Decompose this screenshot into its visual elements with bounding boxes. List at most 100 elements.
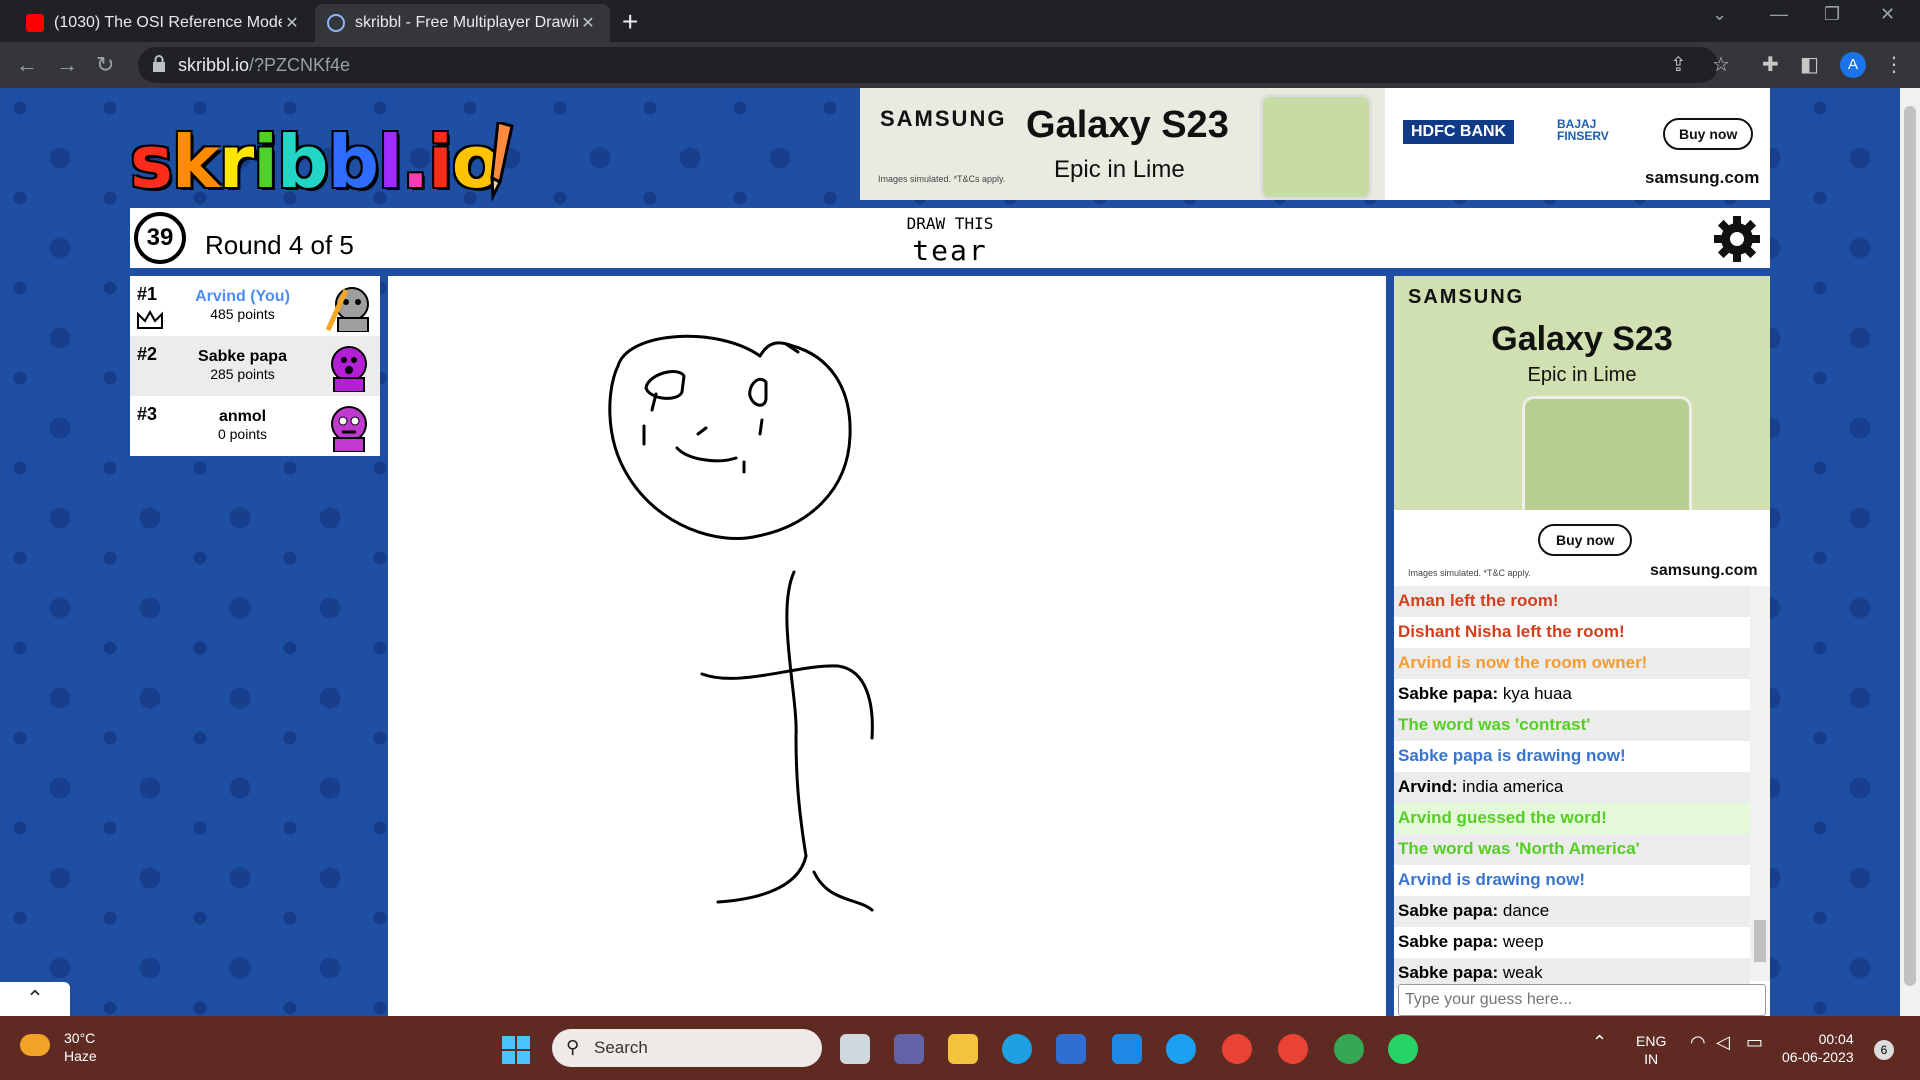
ad-tagline: Epic in Lime bbox=[1054, 156, 1185, 183]
player-row[interactable]: #3 anmol 0 points bbox=[130, 396, 380, 456]
samsung-banner-ad[interactable]: SAMSUNG Galaxy S23 Epic in Lime Images s… bbox=[860, 88, 1770, 200]
player-avatar bbox=[325, 287, 369, 332]
ad-buy-now-button[interactable]: Buy now bbox=[1663, 118, 1754, 150]
settings-gear-icon[interactable] bbox=[1712, 214, 1762, 264]
close-window-icon[interactable]: ✕ bbox=[1880, 4, 1895, 25]
page-scrollbar-thumb[interactable] bbox=[1904, 106, 1916, 986]
new-tab-button[interactable]: + bbox=[622, 6, 638, 38]
page-scrollbar[interactable] bbox=[1900, 88, 1920, 1016]
chat-message: Sabke papa: dance bbox=[1394, 896, 1750, 927]
browser-toolbar: ← → ↻ skribbl.io/?PZCNKf4e ⇪ ☆ ✚ ◧ ⋮ bbox=[0, 42, 1920, 88]
chat-message: Arvind is now the room owner! bbox=[1394, 648, 1750, 679]
menu-kebab-icon[interactable]: ⋮ bbox=[1884, 52, 1904, 77]
region-code: IN bbox=[1644, 1051, 1659, 1067]
player-avatar bbox=[331, 346, 367, 392]
chrome-profile-icon[interactable] bbox=[1278, 1034, 1308, 1064]
chat-message: Dishant Nisha left the room! bbox=[1394, 617, 1750, 648]
chat-message: The word was 'contrast' bbox=[1394, 710, 1750, 741]
tab-title: (1030) The OSI Reference Model bbox=[54, 14, 282, 31]
search-icon: ⚲ bbox=[566, 1037, 580, 1057]
drawing-canvas[interactable] bbox=[388, 276, 1386, 1016]
ad-tagline: Epic in Lime bbox=[1527, 364, 1637, 386]
ad-brand: SAMSUNG bbox=[1408, 286, 1525, 308]
youtube-icon bbox=[26, 14, 44, 32]
windows-start-icon[interactable] bbox=[502, 1036, 530, 1064]
url-path: /?PZCNKf4e bbox=[249, 55, 351, 75]
tab-search-icon[interactable]: ⌄ bbox=[1712, 4, 1727, 25]
ad-buy-now-button[interactable]: Buy now bbox=[1538, 524, 1633, 556]
language-indicator[interactable]: ENG IN bbox=[1636, 1032, 1666, 1068]
url-host: skribbl.io bbox=[178, 55, 250, 75]
launcher-l-icon[interactable] bbox=[1112, 1034, 1142, 1064]
player-rank: #2 bbox=[137, 344, 158, 364]
extensions-icon[interactable]: ✚ bbox=[1762, 52, 1779, 77]
ad-model: Galaxy S23 bbox=[1491, 320, 1673, 358]
phone-image bbox=[1522, 396, 1692, 510]
task-view-icon[interactable] bbox=[840, 1034, 870, 1064]
tab-strip: (1030) The OSI Reference Model ✕ skribbl… bbox=[0, 0, 1920, 42]
restore-icon[interactable]: ❐ bbox=[1824, 4, 1840, 25]
player-row[interactable]: #2 Sabke papa 285 points bbox=[130, 336, 380, 396]
skribbl-favicon-icon bbox=[327, 14, 345, 32]
chat-text: kya huaa bbox=[1502, 684, 1572, 703]
tab-skribbl[interactable]: skribbl - Free Multiplayer Drawing ✕ bbox=[315, 4, 610, 42]
hdfc-logo: HDFC BANK bbox=[1403, 120, 1515, 144]
close-tab-icon[interactable]: ✕ bbox=[578, 13, 598, 33]
chat-scrollbar[interactable] bbox=[1750, 586, 1770, 981]
store-icon[interactable] bbox=[1056, 1034, 1086, 1064]
reload-icon[interactable]: ↻ bbox=[96, 52, 114, 78]
system-clock[interactable]: 00:04 06-06-2023 bbox=[1782, 1030, 1854, 1066]
tab-youtube[interactable]: (1030) The OSI Reference Model ✕ bbox=[14, 4, 314, 42]
player-row[interactable]: #1 Arvind (You) 485 points bbox=[130, 276, 380, 336]
chat-author: Arvind: bbox=[1398, 777, 1458, 796]
edge-icon[interactable] bbox=[1002, 1034, 1032, 1064]
crown-icon bbox=[137, 310, 163, 329]
chat-author: Sabke papa: bbox=[1398, 684, 1499, 703]
chat-text: Sabke papa is drawing now! bbox=[1398, 746, 1626, 765]
chat-scrollbar-thumb[interactable] bbox=[1754, 920, 1766, 962]
weather-sun-icon bbox=[20, 1034, 50, 1056]
forward-icon[interactable]: → bbox=[56, 52, 78, 78]
back-icon[interactable]: ← bbox=[16, 52, 38, 78]
battery-icon[interactable]: ▭ bbox=[1746, 1032, 1763, 1053]
word-to-draw: tear bbox=[912, 234, 988, 267]
chat-author: Sabke papa: bbox=[1398, 932, 1499, 951]
taskbar-search[interactable]: ⚲ Search bbox=[552, 1029, 822, 1067]
address-bar[interactable]: skribbl.io/?PZCNKf4e bbox=[138, 47, 1718, 83]
show-hidden-icons[interactable]: ⌃ bbox=[1592, 1032, 1607, 1053]
drawing-strokes bbox=[608, 334, 874, 912]
share-icon[interactable]: ⇪ bbox=[1670, 52, 1687, 77]
phone-image bbox=[1260, 94, 1372, 200]
bookmark-star-icon[interactable]: ☆ bbox=[1712, 52, 1730, 77]
weather-temperature: 30°C bbox=[64, 1030, 96, 1046]
notification-badge[interactable]: 6 bbox=[1874, 1040, 1894, 1060]
file-explorer-icon[interactable] bbox=[948, 1034, 978, 1064]
chat-message: Arvind guessed the word! bbox=[1394, 803, 1750, 834]
wifi-icon[interactable]: ◠ bbox=[1690, 1032, 1706, 1053]
url-text: skribbl.io/?PZCNKf4e bbox=[178, 55, 350, 76]
close-tab-icon[interactable]: ✕ bbox=[282, 13, 302, 33]
language-code: ENG bbox=[1636, 1033, 1667, 1049]
clock-date: 06-06-2023 bbox=[1782, 1049, 1854, 1065]
chat-message: Arvind is drawing now! bbox=[1394, 865, 1750, 896]
samsung-side-ad[interactable]: SAMSUNG Galaxy S23 Epic in Lime Buy now … bbox=[1394, 276, 1770, 586]
volume-icon[interactable]: ◁ bbox=[1716, 1032, 1730, 1053]
chat-message: Arvind: india america bbox=[1394, 772, 1750, 803]
scroll-up-button[interactable]: ⌃ bbox=[0, 982, 70, 1016]
alexa-icon[interactable] bbox=[1166, 1034, 1196, 1064]
guess-input[interactable] bbox=[1398, 984, 1766, 1016]
chrome-profile-2-icon[interactable] bbox=[1334, 1034, 1364, 1064]
profile-avatar[interactable]: A bbox=[1840, 52, 1866, 78]
chat-text: weak bbox=[1502, 963, 1543, 982]
player-points: 285 points bbox=[210, 366, 275, 382]
tab-title: skribbl - Free Multiplayer Drawing bbox=[355, 14, 578, 31]
chat-text: Arvind is drawing now! bbox=[1398, 870, 1586, 889]
minimize-icon[interactable]: — bbox=[1770, 4, 1788, 25]
side-panel-icon[interactable]: ◧ bbox=[1800, 52, 1819, 77]
chat-text: dance bbox=[1502, 901, 1550, 920]
whatsapp-icon[interactable] bbox=[1388, 1034, 1418, 1064]
clock-time: 00:04 bbox=[1818, 1031, 1854, 1047]
skribbl-logo: skribbl.io bbox=[130, 120, 501, 204]
chrome-icon[interactable] bbox=[1222, 1034, 1252, 1064]
teams-icon[interactable] bbox=[894, 1034, 924, 1064]
